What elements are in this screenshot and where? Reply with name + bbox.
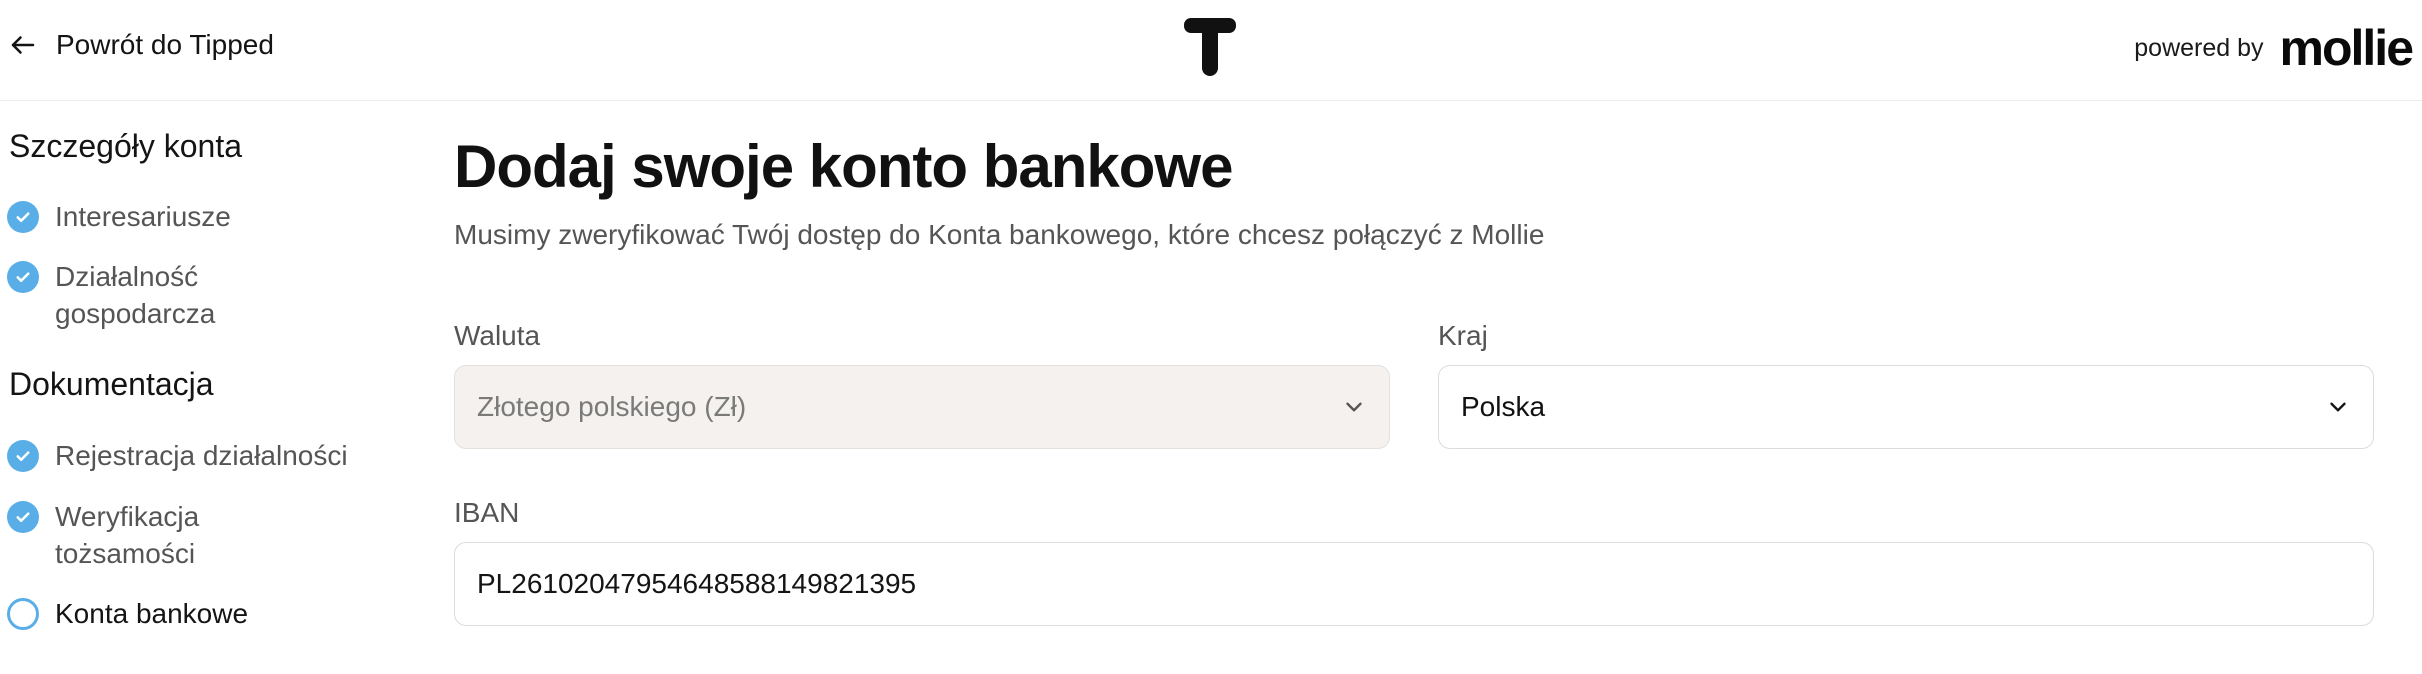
powered-by-label: powered by <box>2134 33 2264 62</box>
step-label: Weryfikacja tożsamości <box>55 501 200 569</box>
tipped-logo <box>1184 18 1236 76</box>
chevron-down-icon <box>1346 402 1362 412</box>
currency-label: Waluta <box>454 320 541 351</box>
country-select[interactable]: Polska <box>1438 365 2374 449</box>
step-label: Interesariusze <box>55 201 231 232</box>
step-stakeholders[interactable]: Interesariusze <box>7 198 231 235</box>
country-value: Polska <box>1461 391 1546 422</box>
powered-by-mollie: powered by mollie <box>2134 20 2414 76</box>
back-to-tipped-link[interactable]: Powrót do Tipped <box>8 24 274 66</box>
step-label: Rejestracja działalności <box>55 440 348 471</box>
check-circle-icon <box>7 201 39 233</box>
currency-value: Złotego polskiego (Zł) <box>477 391 747 422</box>
page-title: Dodaj swoje konto bankowe <box>454 133 1233 200</box>
mollie-logo: mollie <box>2279 20 2414 76</box>
chevron-down-icon <box>2330 402 2346 412</box>
step-business-activity[interactable]: Działalność gospodarcza <box>7 258 267 332</box>
check-circle-icon <box>7 261 39 293</box>
arrow-left-icon <box>11 36 35 54</box>
step-label: Działalność gospodarcza <box>55 261 216 329</box>
top-bar: Powrót do Tipped powered by mollie <box>0 0 2422 101</box>
iban-label: IBAN <box>454 497 520 528</box>
step-bank-accounts[interactable]: Konta bankowe <box>7 595 248 632</box>
section-title-documentation: Dokumentacja <box>9 366 214 402</box>
country-label: Kraj <box>1438 320 1488 351</box>
empty-circle-icon <box>7 598 39 630</box>
page-subtitle: Musimy zweryfikować Twój dostęp do Konta… <box>454 219 1545 250</box>
step-label: Konta bankowe <box>55 598 249 629</box>
iban-input[interactable]: PL26102047954648588149821395 <box>454 542 2374 626</box>
section-title-account-details: Szczegóły konta <box>9 128 243 164</box>
onboarding-sidebar: Szczegóły konta Interesariusze Działalno… <box>0 101 420 674</box>
check-circle-icon <box>7 440 39 472</box>
iban-value: PL26102047954648588149821395 <box>477 568 917 599</box>
check-circle-icon <box>7 501 39 533</box>
currency-select[interactable]: Złotego polskiego (Zł) <box>454 365 1390 449</box>
step-identity-verification[interactable]: Weryfikacja tożsamości <box>7 498 267 572</box>
step-business-registration[interactable]: Rejestracja działalności <box>7 437 348 474</box>
back-link-label: Powrót do Tipped <box>56 29 274 60</box>
